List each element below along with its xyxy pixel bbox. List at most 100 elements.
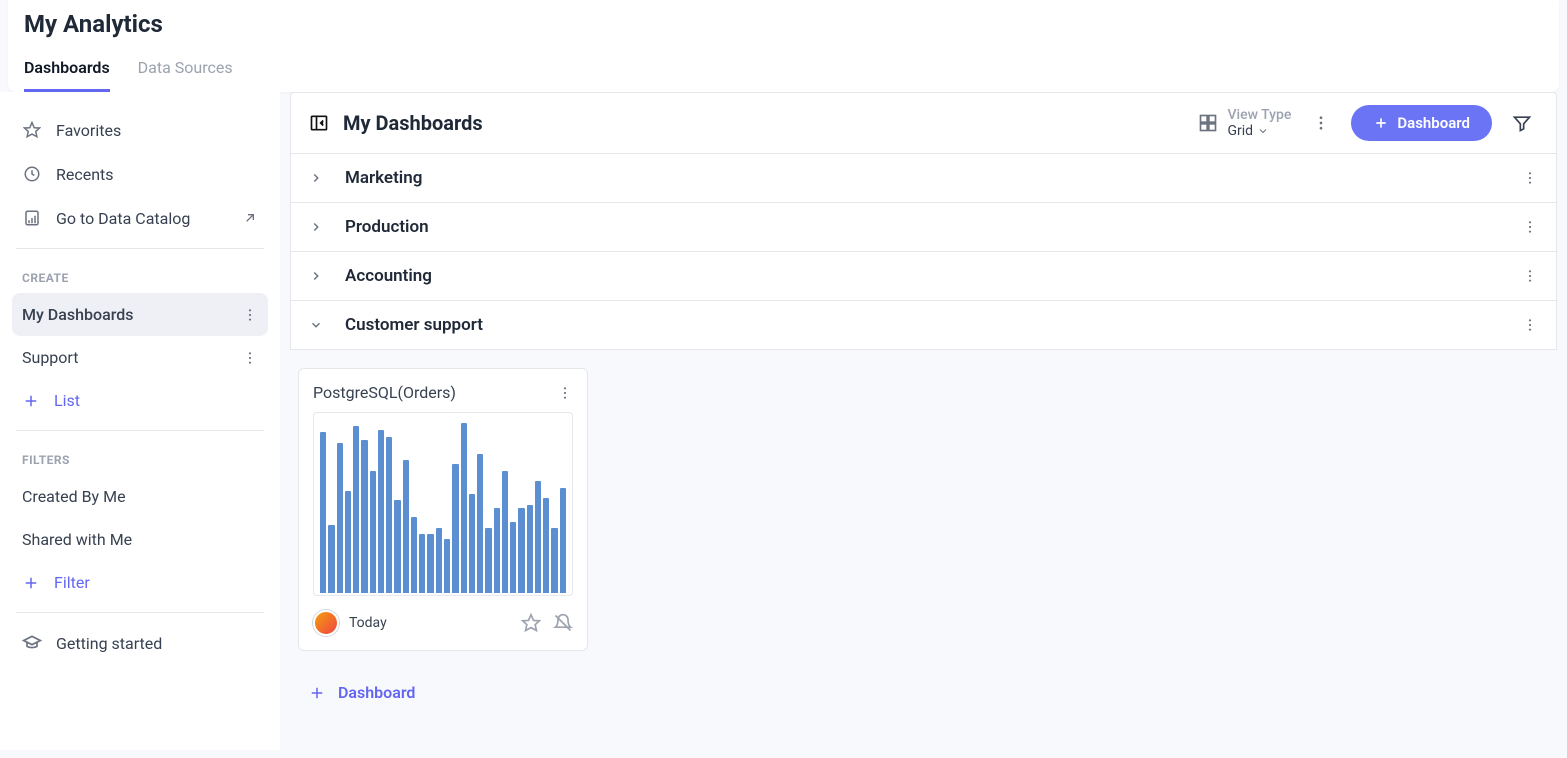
top-header: My Analytics Dashboards Data Sources: [8, 0, 1559, 92]
sidebar-item-recents[interactable]: Recents: [12, 152, 268, 196]
plus-icon: [22, 574, 40, 592]
sidebar-item-label: Recents: [56, 165, 114, 184]
graduation-cap-icon: [22, 633, 42, 653]
sidebar-item-label: My Dashboards: [22, 305, 133, 324]
add-dashboard-button[interactable]: Dashboard: [298, 675, 1549, 710]
chart-bar: [469, 494, 475, 593]
chart-bar: [510, 522, 516, 593]
tab-dashboards[interactable]: Dashboards: [24, 58, 110, 92]
group-more-button[interactable]: [1522, 317, 1538, 333]
divider: [16, 430, 264, 431]
sidebar-item-shared-with-me[interactable]: Shared with Me: [12, 518, 268, 561]
group-more-button[interactable]: [1522, 170, 1538, 186]
chart-bar: [444, 539, 450, 593]
star-icon: [22, 120, 42, 140]
collapse-sidebar-icon[interactable]: [309, 113, 329, 133]
new-dashboard-button[interactable]: Dashboard: [1351, 105, 1492, 141]
view-type-value: Grid: [1228, 123, 1254, 139]
sidebar-item-label: Created By Me: [22, 487, 126, 506]
sidebar-item-support[interactable]: Support: [12, 336, 268, 379]
chart-bar: [337, 443, 343, 593]
group-production[interactable]: Production: [290, 203, 1557, 252]
more-icon[interactable]: [242, 307, 258, 323]
chart-bar: [535, 481, 541, 593]
chart-bar: [560, 488, 566, 593]
notifications-off-icon[interactable]: [553, 613, 573, 633]
chart-bar: [411, 517, 417, 594]
add-list-label: List: [54, 391, 80, 410]
card-date: Today: [349, 615, 387, 631]
tab-data-sources[interactable]: Data Sources: [138, 58, 233, 92]
chart-bar: [427, 534, 433, 594]
chart-bar: [386, 437, 392, 593]
plus-icon: [308, 684, 326, 702]
top-tabs: Dashboards Data Sources: [24, 58, 1543, 92]
grid-icon: [1198, 113, 1218, 133]
star-icon[interactable]: [521, 613, 541, 633]
chart-bar: [494, 508, 500, 593]
sidebar-item-label: Support: [22, 348, 78, 367]
chevron-right-icon: [309, 171, 325, 185]
chevron-right-icon: [309, 220, 325, 234]
sidebar-item-label: Shared with Me: [22, 530, 132, 549]
avatar: [313, 610, 339, 636]
chart-bar: [320, 432, 326, 594]
view-type-selector[interactable]: View Type Grid: [1198, 107, 1292, 139]
catalog-icon: [22, 208, 42, 228]
main-content: My Dashboards View Type Grid: [280, 92, 1567, 750]
sidebar-item-label: Getting started: [56, 634, 162, 653]
sidebar: Favorites Recents Go to Data Catalog CRE…: [0, 92, 280, 750]
chart-bar: [527, 505, 533, 593]
plus-icon: [22, 392, 40, 410]
sidebar-item-created-by-me[interactable]: Created By Me: [12, 475, 268, 518]
add-filter-button[interactable]: Filter: [12, 561, 268, 604]
sidebar-item-my-dashboards[interactable]: My Dashboards: [12, 293, 268, 336]
group-more-button[interactable]: [1522, 268, 1538, 284]
section-create-label: CREATE: [12, 257, 268, 293]
sidebar-item-favorites[interactable]: Favorites: [12, 108, 268, 152]
filter-button[interactable]: [1506, 107, 1538, 139]
more-icon[interactable]: [242, 350, 258, 366]
group-label: Marketing: [345, 168, 422, 188]
chart-preview: [313, 412, 573, 596]
group-marketing[interactable]: Marketing: [290, 154, 1557, 203]
group-accounting[interactable]: Accounting: [290, 252, 1557, 301]
dashboard-card[interactable]: PostgreSQL(Orders) Today: [298, 368, 588, 651]
sidebar-item-label: Favorites: [56, 121, 121, 140]
page-title: My Analytics: [24, 10, 1543, 38]
chart-bar: [502, 471, 508, 593]
chart-bar: [361, 440, 367, 593]
chart-bar: [543, 498, 549, 593]
add-dashboard-label: Dashboard: [338, 683, 415, 702]
group-label: Customer support: [345, 315, 483, 335]
chevron-right-icon: [309, 269, 325, 283]
sidebar-item-data-catalog[interactable]: Go to Data Catalog: [12, 196, 268, 240]
group-more-button[interactable]: [1522, 219, 1538, 235]
add-list-button[interactable]: List: [12, 379, 268, 422]
chart-bar: [328, 525, 334, 593]
chart-bar: [551, 528, 557, 593]
plus-icon: [1373, 115, 1389, 131]
card-more-button[interactable]: [557, 385, 573, 401]
new-dashboard-label: Dashboard: [1397, 114, 1470, 132]
view-type-label: View Type: [1228, 107, 1292, 123]
chart-bar: [485, 528, 491, 593]
chart-bar: [378, 430, 384, 593]
chart-bar: [461, 423, 467, 593]
chevron-down-icon: [309, 318, 325, 332]
external-link-icon: [242, 210, 258, 226]
card-title: PostgreSQL(Orders): [313, 383, 456, 402]
group-customer-support[interactable]: Customer support: [290, 301, 1557, 350]
chart-bar: [353, 426, 359, 593]
divider: [16, 612, 264, 613]
chart-bar: [345, 491, 351, 593]
chevron-down-icon: [1257, 125, 1269, 137]
chart-bar: [518, 508, 524, 593]
chart-bar: [419, 534, 425, 594]
sidebar-item-getting-started[interactable]: Getting started: [12, 621, 268, 665]
chart-bar: [403, 460, 409, 593]
group-label: Accounting: [345, 266, 432, 286]
chart-bar: [370, 471, 376, 593]
chart-bar: [452, 464, 458, 593]
header-more-button[interactable]: [1305, 107, 1337, 139]
